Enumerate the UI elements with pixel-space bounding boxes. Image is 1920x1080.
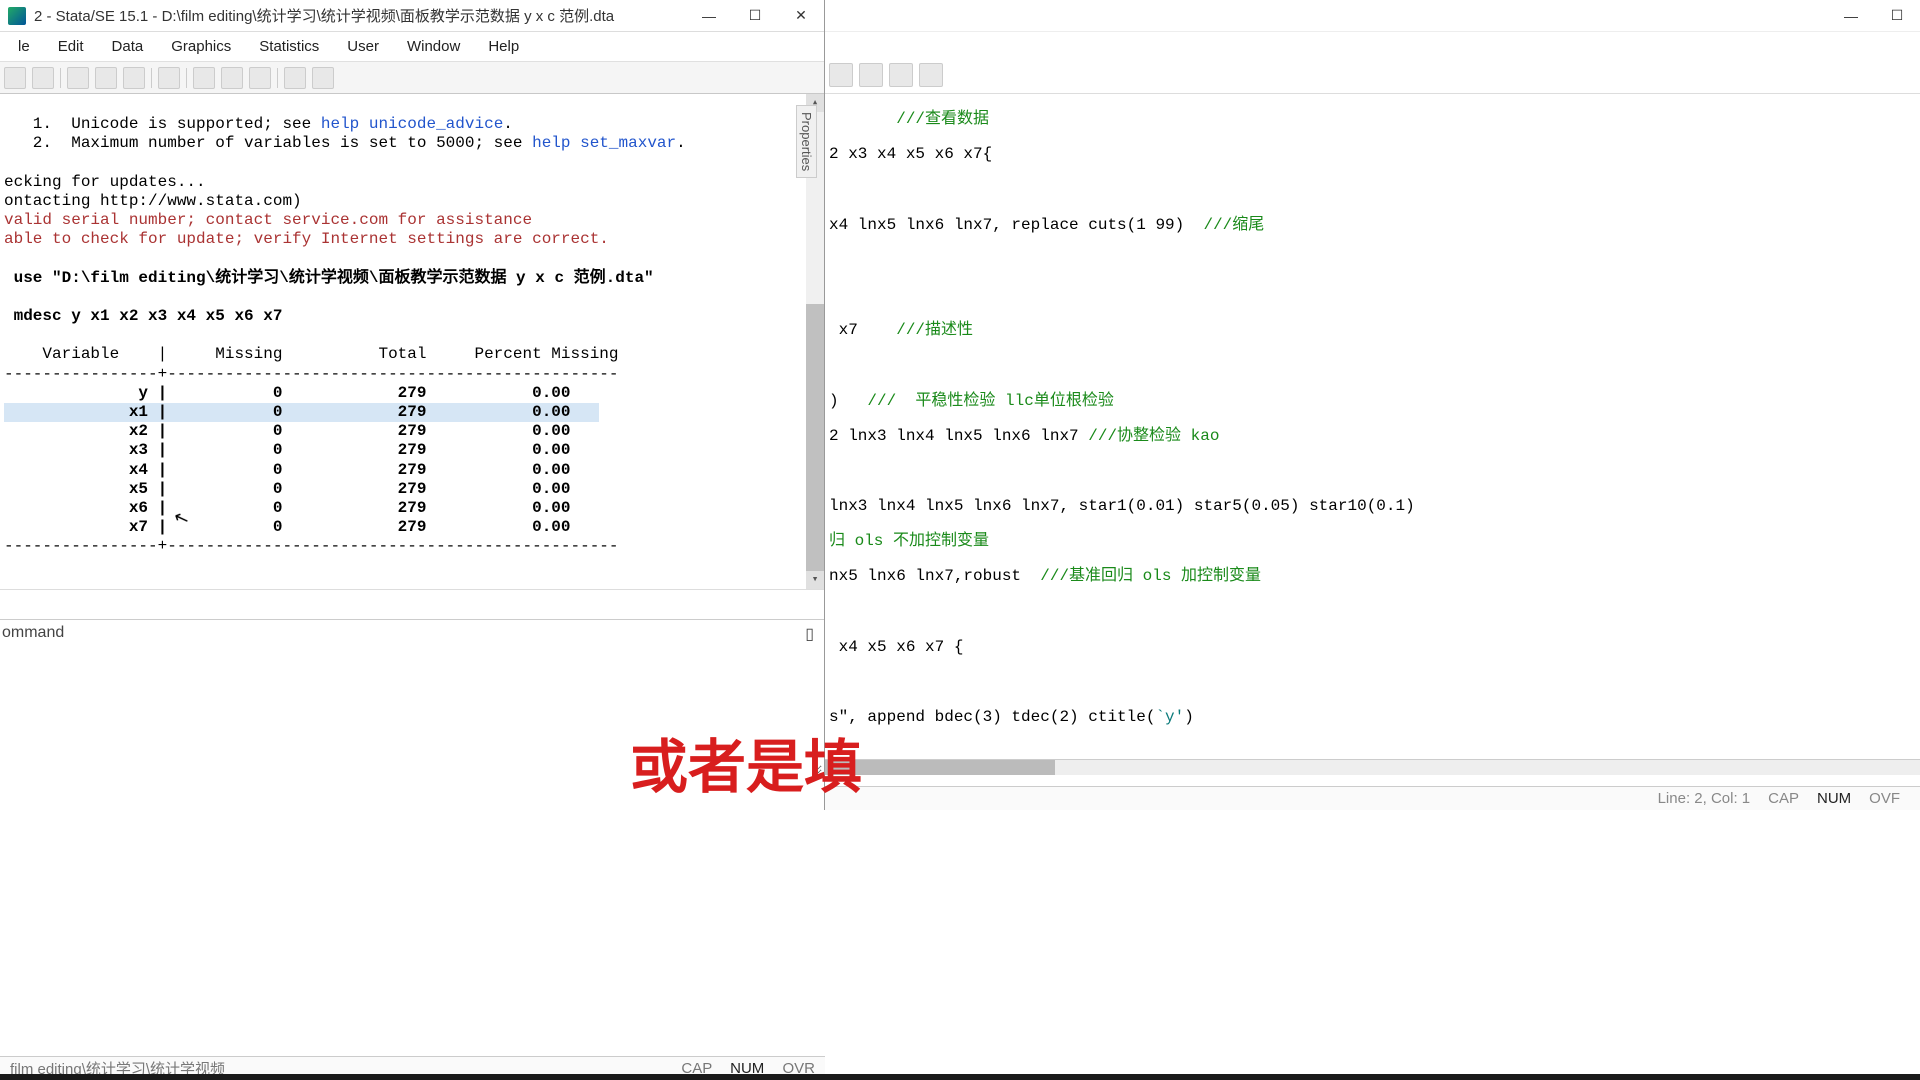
table-row: x5 | 0 279 0.00 [4,480,571,498]
table-row: x2 | 0 279 0.00 [4,422,571,440]
toolbar-separator [186,68,187,88]
stata-app-icon [8,7,26,25]
menu-window[interactable]: Window [393,34,474,59]
code-line [829,665,1916,700]
print-icon[interactable] [32,67,54,89]
table-row: x7 | 0 279 0.00 [4,518,571,536]
properties-tab[interactable]: Properties [796,105,817,178]
menu-edit[interactable]: Edit [44,34,98,59]
table-separator: ----------------+-----------------------… [4,537,619,555]
minimize-button[interactable]: — [686,0,732,32]
result-line: ecking for updates... [4,173,206,191]
close-button[interactable]: ✕ [778,0,824,32]
run-icon[interactable] [829,63,853,87]
command-echo: use "D:\film editing\统计学习\统计学视频\面板教学示范数据… [4,269,654,287]
horizontal-scrollbar[interactable] [825,759,1920,775]
table-header: Variable | Missing Total Percent Missing [4,345,619,363]
do-icon[interactable] [859,63,883,87]
help-link[interactable]: help unicode_advice [321,115,503,133]
menu-file[interactable]: le [4,34,44,59]
log-icon[interactable] [67,67,89,89]
scroll-down-icon[interactable]: ▾ [806,571,824,589]
error-line: valid serial number; contact service.com… [4,211,532,229]
table-row: x6 | 0 279 0.00 [4,499,571,517]
table-separator: ----------------+-----------------------… [4,365,619,383]
menu-statistics[interactable]: Statistics [245,34,333,59]
toolbar-separator [151,68,152,88]
code-line: ///查看数据 [829,102,1916,137]
table-row: x3 | 0 279 0.00 [4,441,571,459]
variables-manager-icon[interactable] [249,67,271,89]
command-echo: mdesc y x1 x2 x3 x4 x5 x6 x7 [4,307,282,325]
help-link[interactable]: help set_maxvar [532,134,676,152]
error-line: able to check for update; verify Interne… [4,230,609,248]
dofile-icon[interactable] [158,67,180,89]
dofile-editor-window: — ☐ ///查看数据2 x3 x4 x5 x6 x7{ x4 lnx5 lnx… [825,0,1920,810]
window-title: 2 - Stata/SE 15.1 - D:\film editing\统计学习… [34,5,686,26]
save-icon[interactable] [4,67,26,89]
code-line [829,172,1916,207]
code-line: s", append bdec(3) tdec(2) ctitle(`y') [829,700,1916,735]
dofile-toolbar [825,32,1920,94]
command-label-text: ommand [2,624,64,644]
dofile-titlebar: — ☐ [825,0,1920,32]
code-line: x4 lnx5 lnx6 lnx7, replace cuts(1 99) //… [829,208,1916,243]
titlebar: 2 - Stata/SE 15.1 - D:\film editing\统计学习… [0,0,824,32]
code-line: 2 x3 x4 x5 x6 x7{ [829,137,1916,172]
pin-icon[interactable]: ▯ [805,624,814,644]
scroll-thumb[interactable] [806,304,824,574]
dofile-editor[interactable]: ///查看数据2 x3 x4 x5 x6 x7{ x4 lnx5 lnx6 ln… [825,94,1920,759]
subtitle-overlay: 或者是填 [630,720,862,804]
code-line: 归 ols 不加控制变量 [829,524,1916,559]
code-line: x7 ///描述性 [829,313,1916,348]
ovr-indicator: OVF [1869,790,1900,807]
more-icon[interactable] [284,67,306,89]
code-line: lnx3 lnx4 lnx5 lnx6 lnx7, star1(0.01) st… [829,489,1916,524]
minimize-button[interactable]: — [1828,0,1874,32]
result-line: ontacting http://www.stata.com) [4,192,302,210]
menu-data[interactable]: Data [98,34,158,59]
break-icon[interactable] [312,67,334,89]
data-editor-icon[interactable] [193,67,215,89]
code-line [829,243,1916,278]
result-line: 1. Unicode is supported; see help unicod… [4,115,513,133]
menu-graphics[interactable]: Graphics [157,34,245,59]
graph-icon[interactable] [123,67,145,89]
results-pane[interactable]: 1. Unicode is supported; see help unicod… [0,94,824,589]
taskbar[interactable] [0,1074,1920,1080]
table-row: x4 | 0 279 0.00 [4,461,571,479]
window-buttons: — ☐ ✕ [686,0,824,32]
data-browser-icon[interactable] [221,67,243,89]
num-indicator: NUM [1817,790,1851,807]
table-row: y | 0 279 0.00 [4,384,571,402]
execute-icon[interactable] [889,63,913,87]
viewer-icon[interactable] [95,67,117,89]
toolbar [0,62,824,94]
menubar: le Edit Data Graphics Statistics User Wi… [0,32,824,62]
table-row-selected: x1 | 0 279 0.00 [4,403,599,422]
code-line [829,454,1916,489]
dofile-statusbar: Line: 2, Col: 1 CAP NUM OVF [825,786,1920,810]
stata-main-window: 2 - Stata/SE 15.1 - D:\film editing\统计学习… [0,0,825,810]
maximize-button[interactable]: ☐ [1874,0,1920,32]
maximize-button[interactable]: ☐ [732,0,778,32]
menu-help[interactable]: Help [474,34,533,59]
dropdown-icon[interactable] [919,63,943,87]
code-line: 2 lnx3 lnx4 lnx5 lnx6 lnx7 ///协整检验 kao [829,419,1916,454]
toolbar-separator [60,68,61,88]
code-line [829,595,1916,630]
code-line [829,348,1916,383]
code-line [829,278,1916,313]
menu-user[interactable]: User [333,34,393,59]
cap-indicator: CAP [1768,790,1799,807]
code-line: ) /// 平稳性检验 llc单位根检验 [829,384,1916,419]
command-label: ommand ▯ [2,624,822,644]
result-line: 2. Maximum number of variables is set to… [4,134,686,152]
pane-separator [0,589,824,619]
code-line: x4 x5 x6 x7 { [829,630,1916,665]
cursor-position: Line: 2, Col: 1 [1658,790,1751,807]
toolbar-separator [277,68,278,88]
code-line: nx5 lnx6 lnx7,robust ///基准回归 ols 加控制变量 [829,559,1916,594]
